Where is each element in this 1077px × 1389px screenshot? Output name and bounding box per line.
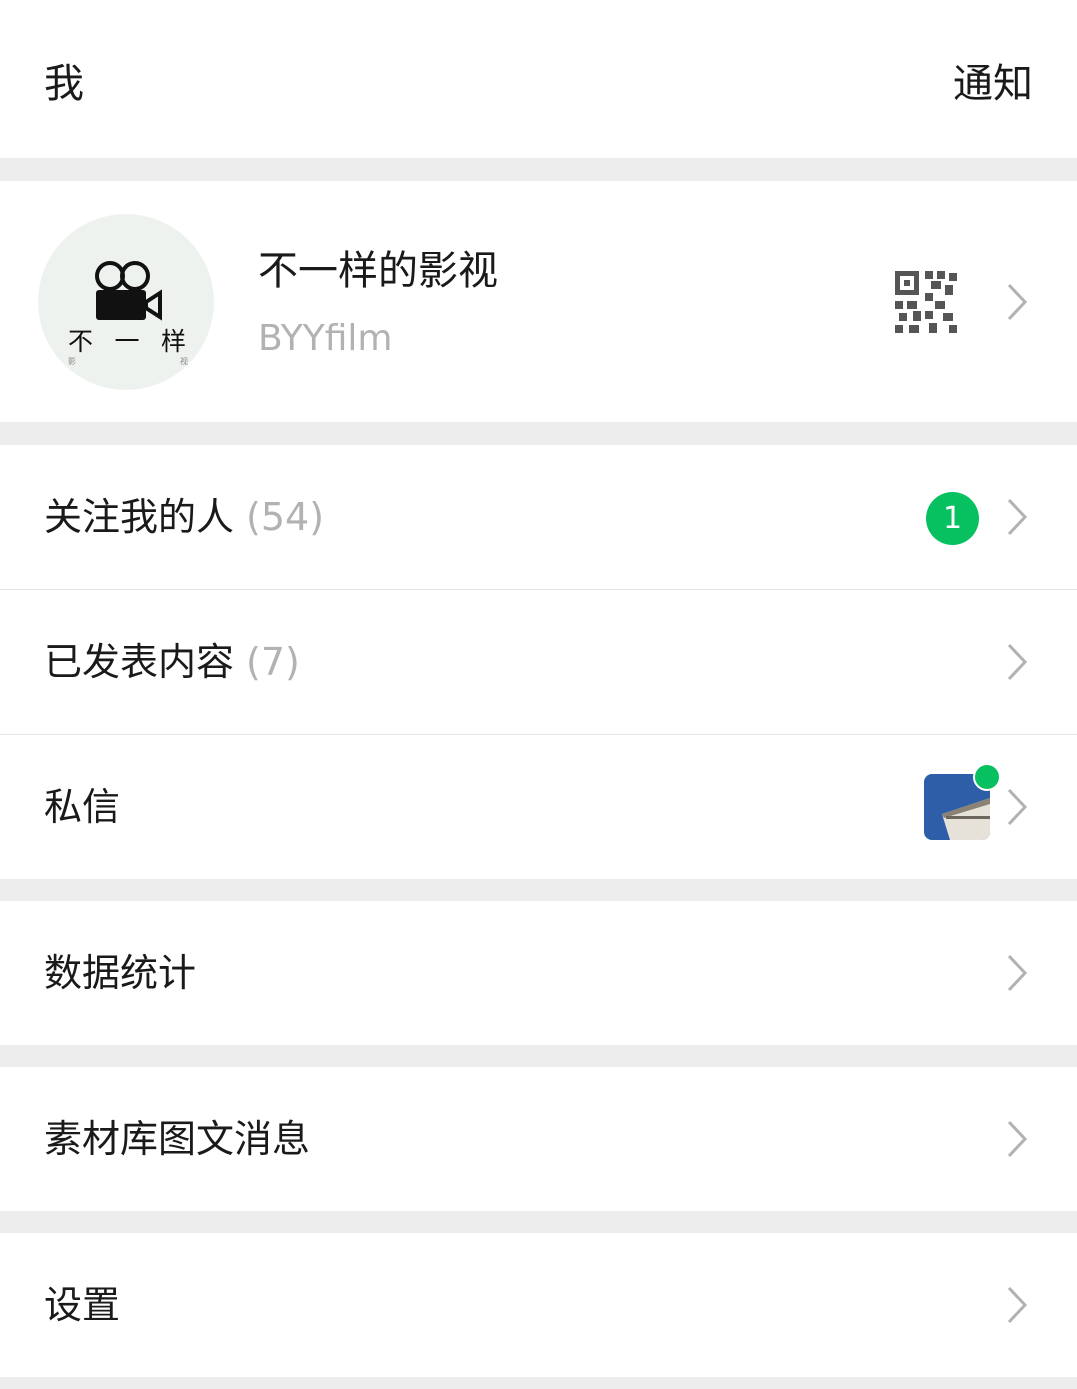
- list-item-published[interactable]: 已发表内容 (7): [0, 590, 1077, 734]
- messages-label: 私信: [44, 785, 121, 829]
- chevron-right-icon: [1007, 498, 1028, 536]
- avatar[interactable]: 不 一 样 影 视: [38, 214, 214, 390]
- chevron-right-icon: [1007, 954, 1028, 992]
- chevron-right-icon: [1007, 788, 1028, 826]
- list-item-settings[interactable]: 设置: [0, 1233, 1077, 1377]
- unread-dot: [973, 763, 1001, 791]
- settings-label: 设置: [44, 1283, 121, 1327]
- stats-label: 数据统计: [44, 951, 197, 995]
- top-bar: 我 通知: [0, 0, 1077, 158]
- avatar-logo-subtext: 影 视: [68, 357, 188, 366]
- chevron-right-icon: [1007, 1286, 1028, 1324]
- chevron-right-icon: [1007, 283, 1028, 321]
- published-count: (7): [246, 640, 300, 684]
- materials-label: 素材库图文消息: [44, 1117, 311, 1161]
- followers-label: 关注我的人: [44, 495, 235, 539]
- notifications-link[interactable]: 通知: [953, 56, 1033, 112]
- list-item-messages[interactable]: 私信: [0, 735, 1077, 879]
- list-item-stats[interactable]: 数据统计: [0, 901, 1077, 1045]
- chevron-right-icon: [1007, 1120, 1028, 1158]
- followers-count: (54): [246, 495, 325, 539]
- chevron-right-icon: [1007, 643, 1028, 681]
- qr-code-icon[interactable]: [895, 271, 957, 333]
- account-name: 不一样的影视: [258, 248, 498, 294]
- avatar-logo-text: 不 一 样: [68, 327, 188, 356]
- account-handle: BYYfilm: [258, 318, 393, 359]
- list-item-materials[interactable]: 素材库图文消息: [0, 1067, 1077, 1211]
- list-item-followers[interactable]: 关注我的人 (54) 1: [0, 445, 1077, 589]
- published-label: 已发表内容: [44, 640, 235, 684]
- notification-badge: 1: [926, 492, 979, 545]
- profile-card[interactable]: 不 一 样 影 视 不一样的影视 BYYfilm: [0, 181, 1077, 422]
- page-title: 我: [44, 61, 84, 107]
